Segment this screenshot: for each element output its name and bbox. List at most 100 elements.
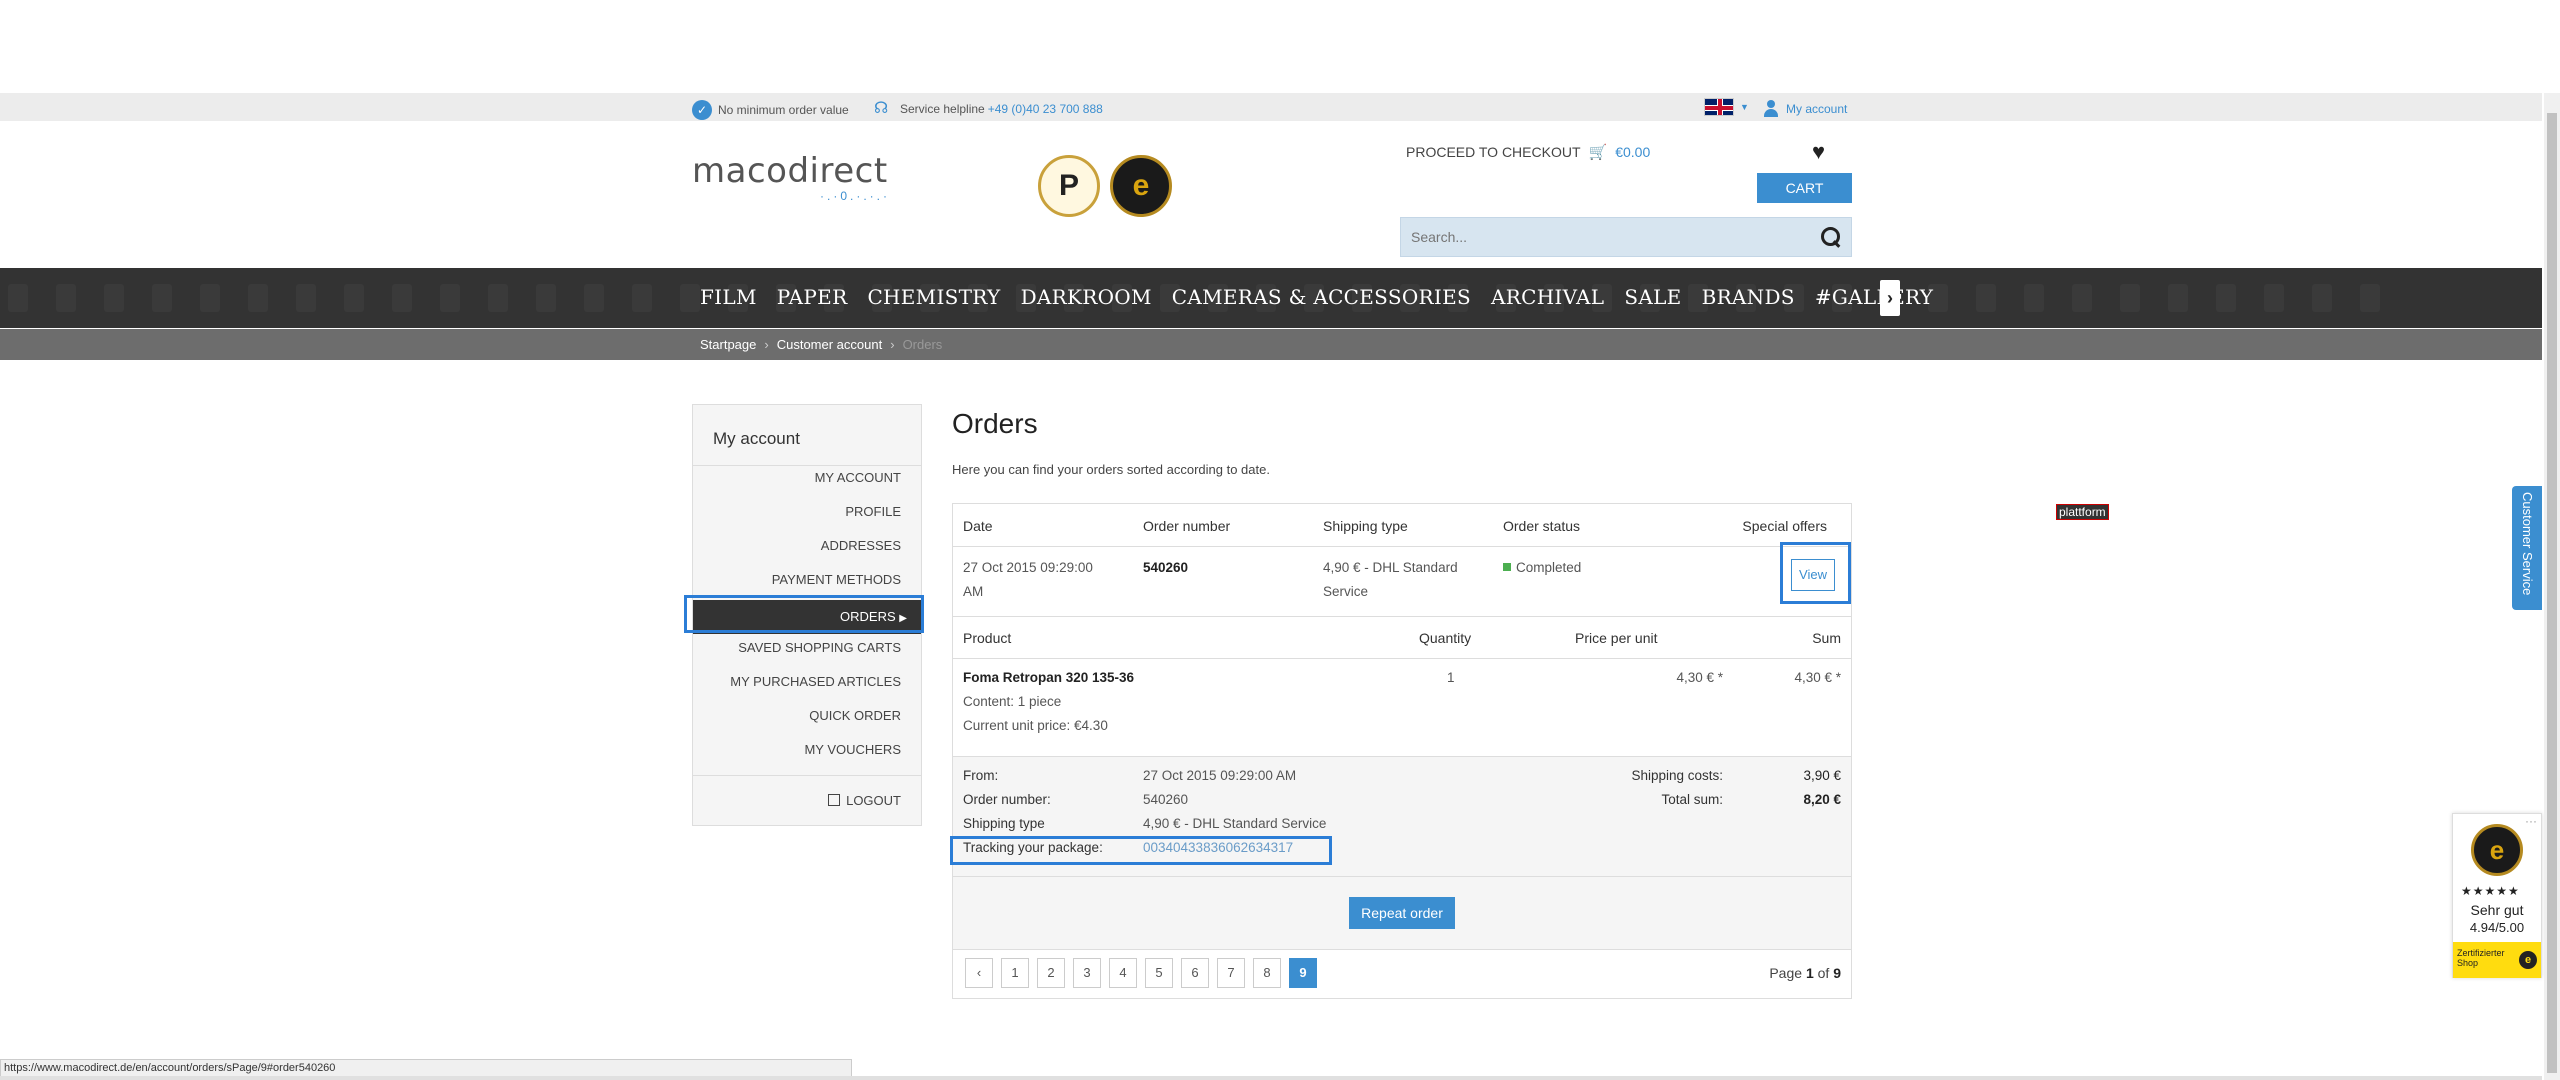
- sidebar-item-saved-carts[interactable]: SAVED SHOPPING CARTS: [738, 640, 901, 655]
- bottom-strip: [0, 1076, 2542, 1080]
- no-minimum-text: No minimum order value: [718, 103, 849, 117]
- pagination-page[interactable]: 4: [1109, 958, 1137, 988]
- product-quantity: 1: [1447, 670, 1455, 685]
- order-shipping-type: 4,90 € - DHL Standard Service: [1323, 560, 1458, 599]
- pagination-page[interactable]: 6: [1181, 958, 1209, 988]
- orders-highlight-frame: [684, 595, 924, 633]
- breadcrumb: Startpage › Customer account › Orders: [700, 337, 942, 352]
- more-icon[interactable]: ···: [2525, 814, 2537, 828]
- repeat-order-button[interactable]: Repeat order: [1349, 897, 1455, 929]
- col-price-per-unit: Price per unit: [1575, 630, 1658, 646]
- page-subtitle: Here you can find your orders sorted acc…: [952, 462, 1270, 477]
- pagination-page[interactable]: 1: [1001, 958, 1029, 988]
- search-box: [1400, 217, 1852, 257]
- product-unit-price: 4,30 € *: [1676, 670, 1723, 685]
- provenexpert-seal-icon[interactable]: P: [1038, 155, 1100, 217]
- tracking-highlight-frame: [950, 836, 1332, 865]
- product-info: Foma Retropan 320 135-36 Content: 1 piec…: [963, 666, 1134, 738]
- logout-label: LOGOUT: [846, 793, 901, 808]
- nav-next-arrow-icon[interactable]: ›: [1880, 280, 1900, 316]
- sidebar-item-my-account[interactable]: MY ACCOUNT: [815, 470, 901, 485]
- site-header: macodirect ·.·0.·.·.· P e PROCEED TO CHE…: [692, 121, 1852, 267]
- scrollbar-thumb[interactable]: [2547, 113, 2557, 1073]
- certified-shop: Zertifizierter Shop e: [2453, 942, 2541, 978]
- product-name[interactable]: Foma Retropan 320 135-36: [963, 666, 1134, 690]
- plattform-label: plattform: [2056, 504, 2109, 520]
- divider: [953, 658, 1851, 659]
- pagination-page-active[interactable]: 9: [1289, 958, 1317, 988]
- nav-item-gallery[interactable]: #GALLERY: [1815, 285, 1933, 309]
- repeat-order-area: Repeat order: [953, 876, 1851, 950]
- col-order-status: Order status: [1503, 518, 1581, 534]
- sidebar-item-purchased-articles[interactable]: MY PURCHASED ARTICLES: [730, 674, 901, 689]
- pagination-page[interactable]: 8: [1253, 958, 1281, 988]
- from-label: From:: [963, 768, 999, 783]
- proceed-to-checkout-link[interactable]: PROCEED TO CHECKOUT 🛒 €0.00: [1406, 143, 1650, 161]
- product-content: Content: 1 piece: [963, 694, 1062, 709]
- pagination-page[interactable]: 5: [1145, 958, 1173, 988]
- trusted-shops-badge[interactable]: ··· e ★★★★★ Sehr gut 4.94/5.00 Zertifizi…: [2452, 813, 2542, 978]
- nav-item-paper[interactable]: PAPER: [777, 285, 848, 309]
- main-navigation: FILM PAPER CHEMISTRY DARKROOM CAMERAS & …: [0, 268, 2542, 328]
- my-account-link[interactable]: My account: [1762, 100, 1847, 118]
- breadcrumb-separator: ›: [764, 337, 769, 352]
- pagination: ‹ 1 2 3 4 5 6 7 8 9: [965, 958, 1317, 988]
- no-minimum-notice: ✓ No minimum order value: [692, 100, 849, 120]
- pagination-prev-button[interactable]: ‹: [965, 958, 993, 988]
- breadcrumb-bar: Startpage › Customer account › Orders: [0, 329, 2542, 360]
- page-title: Orders: [952, 408, 1038, 439]
- logout-link[interactable]: LOGOUT: [828, 793, 901, 808]
- user-icon: [1762, 100, 1780, 118]
- page-scrollbar[interactable]: [2544, 93, 2560, 1080]
- customer-service-label: Customer Service: [2520, 492, 2535, 596]
- sidebar-title: My account: [713, 429, 800, 448]
- breadcrumb-startpage[interactable]: Startpage: [700, 337, 756, 352]
- breadcrumb-customer-account[interactable]: Customer account: [777, 337, 883, 352]
- nav-item-brands[interactable]: BRANDS: [1702, 285, 1795, 309]
- col-quantity: Quantity: [1419, 630, 1472, 646]
- headset-icon: ☊: [874, 100, 889, 117]
- cart-button[interactable]: CART: [1757, 173, 1852, 203]
- nav-item-sale[interactable]: SALE: [1624, 285, 1681, 309]
- nav-item-chemistry[interactable]: CHEMISTRY: [867, 285, 1000, 309]
- col-product: Product: [963, 630, 1012, 646]
- sidebar-item-addresses[interactable]: ADDRESSES: [821, 538, 901, 553]
- sidebar-item-quick-order[interactable]: QUICK ORDER: [809, 708, 901, 723]
- sidebar-item-payment-methods[interactable]: PAYMENT METHODS: [772, 572, 901, 587]
- trusted-shops-logo-icon: e: [2471, 824, 2523, 876]
- helpline-number-link[interactable]: +49 (0)40 23 700 888: [988, 102, 1103, 116]
- nav-item-darkroom[interactable]: DARKROOM: [1021, 285, 1152, 309]
- nav-item-film[interactable]: FILM: [700, 285, 757, 309]
- language-selector[interactable]: ▼: [1704, 98, 1749, 116]
- col-order-number: Order number: [1143, 518, 1231, 534]
- order-number-value: 540260: [1143, 792, 1189, 807]
- nav-item-archival[interactable]: ARCHIVAL: [1491, 285, 1604, 309]
- logout-icon: [828, 794, 841, 806]
- sidebar-item-vouchers[interactable]: MY VOUCHERS: [804, 742, 901, 757]
- col-special-offers: Special offers: [1742, 518, 1827, 534]
- pagination-page[interactable]: 7: [1217, 958, 1245, 988]
- rating-score: 4.94/5.00: [2469, 920, 2525, 935]
- col-shipping-type: Shipping type: [1323, 518, 1408, 534]
- view-highlight-frame: [1780, 542, 1851, 604]
- customer-service-tab[interactable]: Customer Service: [2512, 486, 2542, 610]
- sidebar-item-profile[interactable]: PROFILE: [845, 504, 901, 519]
- shipping-costs-label: Shipping costs:: [1631, 768, 1723, 783]
- search-input[interactable]: [1401, 218, 1801, 256]
- shipping-type-value: 4,90 € - DHL Standard Service: [1143, 816, 1327, 831]
- pagination-page[interactable]: 3: [1073, 958, 1101, 988]
- search-icon[interactable]: [1821, 227, 1841, 247]
- checkout-label: PROCEED TO CHECKOUT: [1406, 144, 1581, 160]
- pagination-page[interactable]: 2: [1037, 958, 1065, 988]
- trusted-shops-seal-icon[interactable]: e: [1110, 155, 1172, 217]
- divider: [953, 616, 1851, 617]
- breadcrumb-separator: ›: [890, 337, 895, 352]
- site-logo[interactable]: macodirect: [692, 151, 888, 191]
- status-dot-icon: [1503, 563, 1511, 571]
- from-value: 27 Oct 2015 09:29:00 AM: [1143, 768, 1297, 783]
- logo-dots-decoration: ·.·0.·.·.·: [820, 189, 890, 203]
- shipping-type-label: Shipping type: [963, 816, 1045, 831]
- nav-item-cameras-accessories[interactable]: CAMERAS & ACCESSORIES: [1172, 285, 1471, 309]
- divider: [693, 465, 921, 466]
- wishlist-heart-icon[interactable]: ♥: [1812, 139, 1825, 165]
